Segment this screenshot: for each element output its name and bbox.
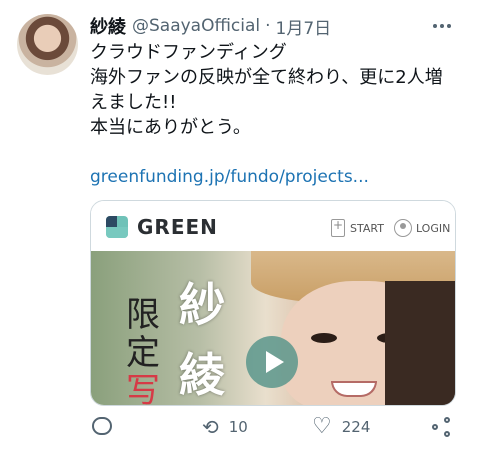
card-header: GREEN START LOGIN [91, 201, 455, 251]
green-logo-icon [106, 216, 128, 238]
like-icon: ♡ [312, 414, 332, 439]
play-icon[interactable] [246, 336, 298, 388]
tweet-link[interactable]: greenfunding.jp/fundo/projects... [90, 165, 460, 190]
tweet-line: クラウドファンディング [90, 42, 287, 63]
login-label: LOGIN [415, 221, 451, 235]
tweet-date[interactable]: 1月7日 [276, 14, 332, 39]
like-count: 224 [341, 418, 371, 436]
share-icon [432, 417, 452, 437]
tweet-text: クラウドファンディング 海外ファンの反映が全て終わり、更に2人増 えました!! … [90, 40, 460, 190]
user-icon [393, 219, 412, 237]
tweet-line: 海外ファンの反映が全て終わり、更に2人増 [90, 67, 443, 88]
document-add-icon [331, 218, 345, 237]
card-image[interactable]: 限 定 写 紗 綾 [91, 251, 455, 406]
tweet-line: 本当にありがとう。 [90, 117, 251, 138]
like-button[interactable]: ♡ 224 [312, 414, 371, 439]
image-kanji: 紗 [179, 278, 225, 332]
retweet-count: 10 [228, 418, 248, 436]
start-label: START [350, 221, 384, 235]
link-card[interactable]: GREEN START LOGIN 限 定 写 紗 綾 [90, 200, 456, 406]
retweet-button[interactable]: ⟲ 10 [202, 417, 248, 437]
tweet-header: 紗綾 @SaayaOfficial · 1月7日 [90, 13, 460, 39]
tweet-line: えました!! [90, 92, 177, 113]
eye-shape [311, 333, 337, 343]
reply-button[interactable] [92, 417, 112, 435]
retweet-icon: ⟲ [202, 415, 219, 439]
avatar[interactable] [17, 14, 78, 75]
hair-shape [385, 281, 455, 405]
action-bar: ⟲ 10 ♡ 224 [90, 414, 460, 445]
image-kanji: 綾 [179, 348, 225, 402]
card-nav: START LOGIN [331, 218, 451, 237]
image-kanji: 写 [126, 371, 160, 406]
more-icon[interactable] [430, 18, 454, 34]
separator-dot: · [265, 16, 271, 36]
mouth-shape [331, 381, 377, 397]
author-handle[interactable]: @SaayaOfficial [132, 16, 260, 36]
reply-icon [92, 417, 112, 435]
share-button[interactable] [432, 417, 452, 437]
author-name[interactable]: 紗綾 [90, 13, 126, 39]
card-brand: GREEN [137, 215, 218, 239]
